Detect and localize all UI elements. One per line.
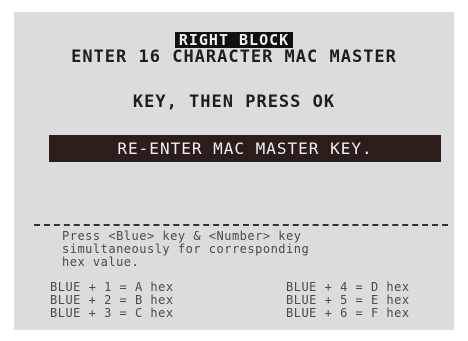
- dashed-divider: [34, 224, 448, 226]
- terminal-screen: RIGHT BLOCK ENTER 16 CHARACTER MAC MASTE…: [14, 12, 454, 330]
- prompt-line-2: KEY, THEN PRESS OK: [132, 92, 336, 112]
- hex-map-item: BLUE + 6 = F hex: [286, 306, 410, 320]
- status-message-bar: RE-ENTER MAC MASTER KEY.: [49, 135, 441, 162]
- hex-map-left: BLUE + 1 = A hex BLUE + 2 = B hex BLUE +…: [50, 281, 174, 320]
- instructions: Press <Blue> key & <Number> key simultan…: [62, 230, 309, 269]
- hex-map-right: BLUE + 4 = D hex BLUE + 5 = E hex BLUE +…: [286, 281, 410, 320]
- prompt-line-1: ENTER 16 CHARACTER MAC MASTER: [71, 47, 397, 67]
- instruction-line-3: hex value.: [62, 255, 140, 269]
- screen-title-label: RIGHT BLOCK: [174, 32, 294, 48]
- status-message: RE-ENTER MAC MASTER KEY.: [117, 139, 373, 158]
- hex-map-item: BLUE + 3 = C hex: [50, 306, 174, 320]
